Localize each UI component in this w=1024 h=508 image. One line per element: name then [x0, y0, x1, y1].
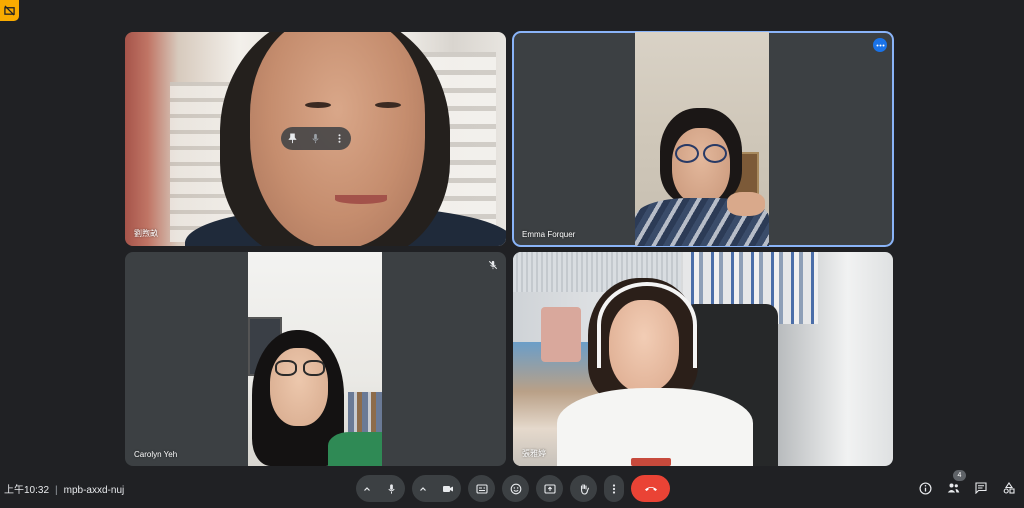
participant-name: 張雅婷 — [522, 449, 546, 458]
people-count-badge: 4 — [953, 470, 966, 481]
emoji-button[interactable] — [502, 475, 529, 502]
raise-hand-icon — [578, 483, 590, 495]
participant-name: 劉煦畝 — [134, 229, 158, 238]
participant-name: Emma Forquer — [522, 230, 576, 239]
more-options-button[interactable] — [604, 475, 624, 502]
mic-icon[interactable] — [378, 475, 405, 502]
captions-icon — [475, 483, 488, 494]
participant-video — [513, 252, 893, 466]
mic-off-icon — [488, 260, 498, 270]
tile-hover-controls — [281, 127, 351, 150]
camera-icon[interactable] — [434, 475, 461, 502]
mic-options-button[interactable] — [356, 475, 378, 502]
info-icon[interactable] — [918, 481, 932, 495]
more-options-icon[interactable] — [873, 38, 887, 52]
participant-tile-1[interactable]: 劉煦畝 — [125, 32, 506, 246]
side-panel-buttons: 4 — [918, 470, 1016, 495]
captions-button[interactable] — [468, 475, 495, 502]
chat-icon[interactable] — [974, 481, 988, 495]
camera-control — [412, 475, 461, 502]
more-vert-icon[interactable] — [334, 133, 345, 144]
present-screen-icon — [543, 483, 556, 494]
pin-icon[interactable] — [287, 133, 298, 144]
participant-video — [635, 32, 769, 246]
participant-name: Carolyn Yeh — [134, 450, 178, 459]
mic-control — [356, 475, 405, 502]
meet-window: 劉煦畝 Emma Forquer Carolyn Yeh 張雅婷 上午10:32… — [0, 0, 1024, 508]
activities-icon[interactable] — [1002, 481, 1016, 495]
participant-tile-3[interactable]: Carolyn Yeh — [125, 252, 506, 466]
people-icon — [947, 482, 960, 494]
participant-tile-2[interactable]: Emma Forquer — [512, 31, 894, 247]
people-button[interactable]: 4 — [946, 470, 966, 495]
presentation-off-icon[interactable] — [0, 0, 19, 21]
more-vert-icon — [612, 483, 616, 495]
present-button[interactable] — [536, 475, 563, 502]
control-bar: 上午10:32 | mpb-axxd-nuj 4 — [0, 468, 1024, 508]
meeting-code: mpb-axxd-nuj — [63, 485, 125, 496]
leave-call-button[interactable] — [631, 475, 670, 502]
camera-options-button[interactable] — [412, 475, 434, 502]
participant-tile-4[interactable]: 張雅婷 — [513, 252, 893, 466]
separator: | — [55, 485, 58, 496]
current-time: 上午10:32 — [4, 485, 50, 496]
meeting-info: 上午10:32 | mpb-axxd-nuj — [4, 481, 124, 496]
emoji-icon — [510, 483, 522, 495]
participant-video — [248, 252, 382, 466]
call-controls — [356, 475, 670, 502]
mic-off-icon[interactable] — [310, 133, 321, 144]
raise-hand-button[interactable] — [570, 475, 597, 502]
call-end-icon — [644, 485, 658, 492]
